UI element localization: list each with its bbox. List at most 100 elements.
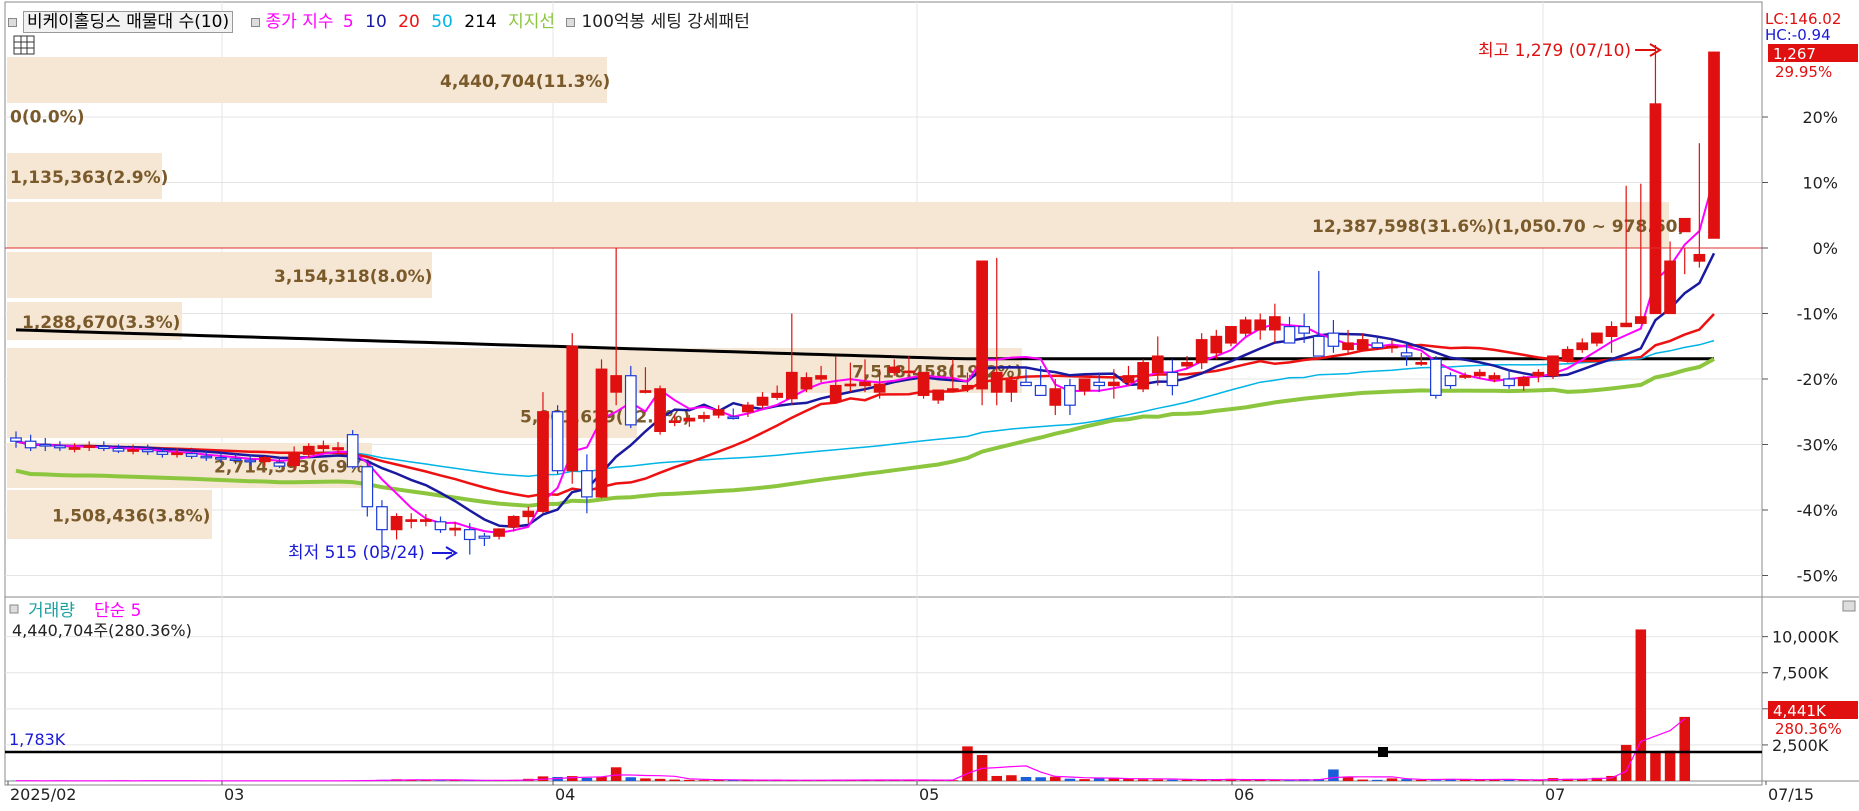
candle-body-94 [1386,345,1398,349]
candle-body-10 [156,451,169,455]
volume-bar-92 [1357,779,1368,781]
candle-body-83 [1225,326,1237,344]
volume-bar-111 [1635,629,1647,781]
candle-body-48 [712,409,725,416]
volume-bar-97 [1430,780,1442,781]
candle-body-95 [1400,352,1413,357]
candle-body-20 [302,445,315,455]
candle-body-52 [771,392,784,398]
candle-body-3 [54,445,66,449]
candle-body-49 [727,416,740,420]
candle-body-115 [1693,253,1706,262]
candle-body-54 [800,377,813,390]
volume-bar-84 [1240,780,1251,781]
candle-body-96 [1415,362,1428,365]
candle-body-93 [1371,342,1384,349]
candle-body-103 [1517,377,1530,387]
volume-bar-45 [669,779,680,781]
stock-label[interactable]: 비케이홀딩스 매물대 수(10) [23,11,234,33]
volume-panel-close[interactable] [1842,600,1856,612]
volume-bar-70 [1035,777,1046,781]
support-label: 지지선 [508,12,556,32]
volume-profile-label-4: 3,154,318(8.0%) [274,267,432,287]
volume-reference-marker[interactable] [1378,747,1388,757]
pattern-toggle-icon[interactable] [566,17,576,27]
candle-body-6 [97,445,110,450]
volume-bar-47 [698,780,710,781]
candle-body-58 [859,381,871,387]
indicator-toggle-icon[interactable] [8,17,17,27]
volume-summary: 4,440,704주(280.36%) [12,621,192,640]
ma-5-label: 5 [342,12,354,32]
candle-body-11 [171,452,183,456]
candle-body-50 [742,404,754,413]
price-tick-label-2: 0% [1813,239,1838,258]
candle-body-24 [361,466,374,508]
volume-bar-43 [640,778,651,781]
candle-body-89 [1312,335,1325,357]
candle-body-29 [434,521,447,531]
candle-body-21 [317,445,330,450]
candle-body-100 [1473,371,1486,377]
candle-body-51 [756,396,769,406]
volume-tick-label-0: 10,000K [1772,628,1839,647]
x-tick-label-6: 07/15 [1768,785,1814,804]
candle-body-56 [829,384,842,403]
volume-bar-94 [1386,778,1398,781]
volume-bar-46 [684,779,695,781]
volume-profile: 4,440,704(11.3%) 0(0.0%) 1,135,363(2.9%) 12… [7,57,1685,539]
volume-bar-93 [1372,779,1383,781]
candle-body-13 [200,455,213,459]
volume-bar-112 [1650,752,1661,781]
candle-body-85 [1254,319,1267,331]
candle-body-101 [1488,375,1501,380]
volume-ma5-line [16,718,1686,782]
candle-body-61 [903,370,915,374]
volume-bar-67 [991,775,1003,781]
candle-body-110 [1620,322,1633,328]
volume-bar-72 [1064,778,1076,781]
candle-body-107 [1576,342,1589,351]
x-tick-label-3: 05 [919,785,939,804]
last-price-text: 1,267 [1773,45,1816,63]
volume-tick-label-1: 7,500K [1772,664,1829,683]
candle-body-98 [1444,375,1457,387]
low-annotation: 최저 515 (03/24) [288,543,425,563]
candle-body-30 [449,527,462,531]
candle-body-14 [215,457,227,460]
candle-body-65 [961,384,974,390]
candle-body-17 [258,457,271,463]
candle-body-109 [1605,326,1618,338]
candle-body-108 [1591,332,1603,344]
candle-body-23 [346,434,359,468]
volume-bar-113 [1664,750,1676,781]
candle-body-40 [595,368,608,498]
volume-title: 거래량 [28,601,75,621]
volume-profile-label-9: 1,508,436(3.8%) [52,507,210,527]
volume-ref-label: 1,783K [9,730,66,749]
candle-body-46 [683,417,696,422]
price-tick-label-4: -20% [1797,370,1838,389]
candle-body-41 [610,375,623,393]
price-tick-label-6: -40% [1797,501,1838,520]
candle-body-70 [1034,384,1047,396]
volume-bar-68 [1006,775,1017,781]
volume-panel-toggle[interactable] [9,604,19,614]
candle-body-34 [507,515,520,528]
ma-10-label: 10 [365,12,387,32]
candle-body-16 [244,459,257,463]
volume-profile-label-0: 4,440,704(11.3%) [440,72,610,92]
close-index-toggle-icon[interactable] [250,17,260,27]
candle-body-19 [288,452,300,467]
volume-last-pct: 280.36% [1775,720,1842,738]
price-tick-label-1: 10% [1802,174,1838,193]
candle-body-82 [1210,335,1223,354]
candle-body-90 [1327,332,1340,347]
candle-body-31 [463,529,476,541]
candle-body-43 [639,390,652,393]
table-icon[interactable] [13,35,35,55]
candle-body-42 [624,375,637,426]
candle-body-88 [1298,326,1311,334]
candle-body-71 [1049,388,1062,406]
candle-body-57 [844,383,857,387]
